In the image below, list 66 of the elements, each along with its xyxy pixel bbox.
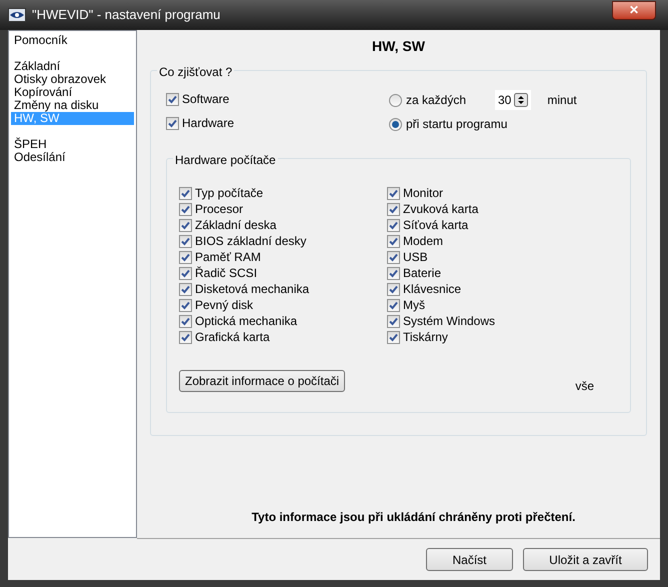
checkbox[interactable] bbox=[179, 314, 192, 328]
checkbox-label: Optická mechanika bbox=[195, 313, 298, 330]
checkbox[interactable] bbox=[387, 202, 400, 216]
radio-label: při startu programu bbox=[406, 116, 508, 133]
checkbox[interactable] bbox=[179, 282, 192, 296]
checkbox[interactable] bbox=[387, 282, 400, 296]
checkbox[interactable] bbox=[179, 186, 192, 200]
checkbox[interactable] bbox=[179, 234, 192, 248]
number-spinner[interactable]: 30 bbox=[495, 90, 532, 110]
dialog-button[interactable]: Uložit a zavřít bbox=[523, 548, 648, 571]
checkbox-label: BIOS základní desky bbox=[195, 233, 306, 250]
checkbox[interactable] bbox=[387, 186, 400, 200]
checkbox-label: Systém Windows bbox=[403, 313, 496, 330]
checkbox-label: Tiskárny bbox=[403, 329, 448, 346]
unit-label: minut bbox=[547, 92, 577, 109]
checkbox-label: Paměť RAM bbox=[195, 249, 261, 266]
checkbox[interactable] bbox=[179, 218, 192, 232]
checkbox[interactable] bbox=[179, 298, 192, 312]
notice-text: Tyto informace jsou při ukládání chráněny proti přečtení. bbox=[252, 509, 576, 526]
checkbox-label: Software bbox=[182, 91, 230, 108]
checkbox[interactable] bbox=[387, 250, 400, 264]
checkbox[interactable] bbox=[166, 92, 179, 106]
window-title: "HWEVID" - nastavení programu bbox=[32, 6, 220, 24]
show-info-button[interactable]: Zobrazit informace o počítači bbox=[179, 370, 346, 392]
checkbox[interactable] bbox=[166, 116, 179, 130]
checkbox[interactable] bbox=[387, 218, 400, 232]
checkbox-label: Procesor bbox=[195, 201, 244, 218]
checkbox[interactable] bbox=[387, 266, 400, 280]
eye-icon bbox=[8, 8, 26, 22]
checkbox-label: Řadič SCSI bbox=[195, 265, 258, 282]
checkbox[interactable] bbox=[179, 266, 192, 280]
checkbox[interactable] bbox=[179, 330, 192, 344]
sidebar-item[interactable]: Kopírování bbox=[11, 86, 134, 99]
sidebar-item[interactable]: Pomocník bbox=[11, 34, 134, 47]
checkbox-label: Disketová mechanika bbox=[195, 281, 310, 298]
sidebar-item[interactable]: ŠPEH bbox=[11, 138, 134, 151]
page-title: HW, SW bbox=[372, 37, 425, 56]
checkbox[interactable] bbox=[179, 202, 192, 216]
checkbox-label: Hardware bbox=[182, 115, 234, 132]
radio-button[interactable] bbox=[389, 118, 402, 130]
checkbox-label: Základní deska bbox=[195, 217, 276, 234]
checkbox[interactable] bbox=[387, 298, 400, 312]
sidebar-item[interactable]: Základní bbox=[11, 60, 134, 73]
checkbox-label: Monitor bbox=[403, 185, 444, 202]
spinner-arrows-icon[interactable] bbox=[514, 93, 528, 107]
sidebar-item[interactable]: Odesílání bbox=[11, 151, 134, 164]
checkbox-label: Myš bbox=[403, 297, 425, 314]
radio-button[interactable] bbox=[389, 94, 402, 106]
checkbox-label: Klávesnice bbox=[403, 281, 462, 298]
checkbox-label: Grafická karta bbox=[195, 329, 270, 346]
sidebar-item[interactable]: Otisky obrazovek bbox=[11, 73, 134, 86]
checkbox-label: Baterie bbox=[403, 265, 442, 282]
checkbox[interactable] bbox=[387, 330, 400, 344]
all-label: vše bbox=[575, 378, 594, 395]
checkbox[interactable] bbox=[387, 314, 400, 328]
checkbox-label: Síťová karta bbox=[403, 217, 468, 234]
checkbox-label: USB bbox=[403, 249, 428, 266]
checkbox-label: Pevný disk bbox=[195, 297, 254, 314]
checkbox[interactable] bbox=[179, 250, 192, 264]
checkbox-label: Typ počítače bbox=[195, 185, 264, 202]
sidebar-item[interactable]: Změny na disku bbox=[11, 99, 134, 112]
checkbox-label: Modem bbox=[403, 233, 444, 250]
dialog-button[interactable]: Načíst bbox=[426, 548, 513, 571]
radio-label: za každých bbox=[406, 92, 468, 109]
checkbox-label: Zvuková karta bbox=[403, 201, 478, 218]
checkbox[interactable] bbox=[387, 234, 400, 248]
